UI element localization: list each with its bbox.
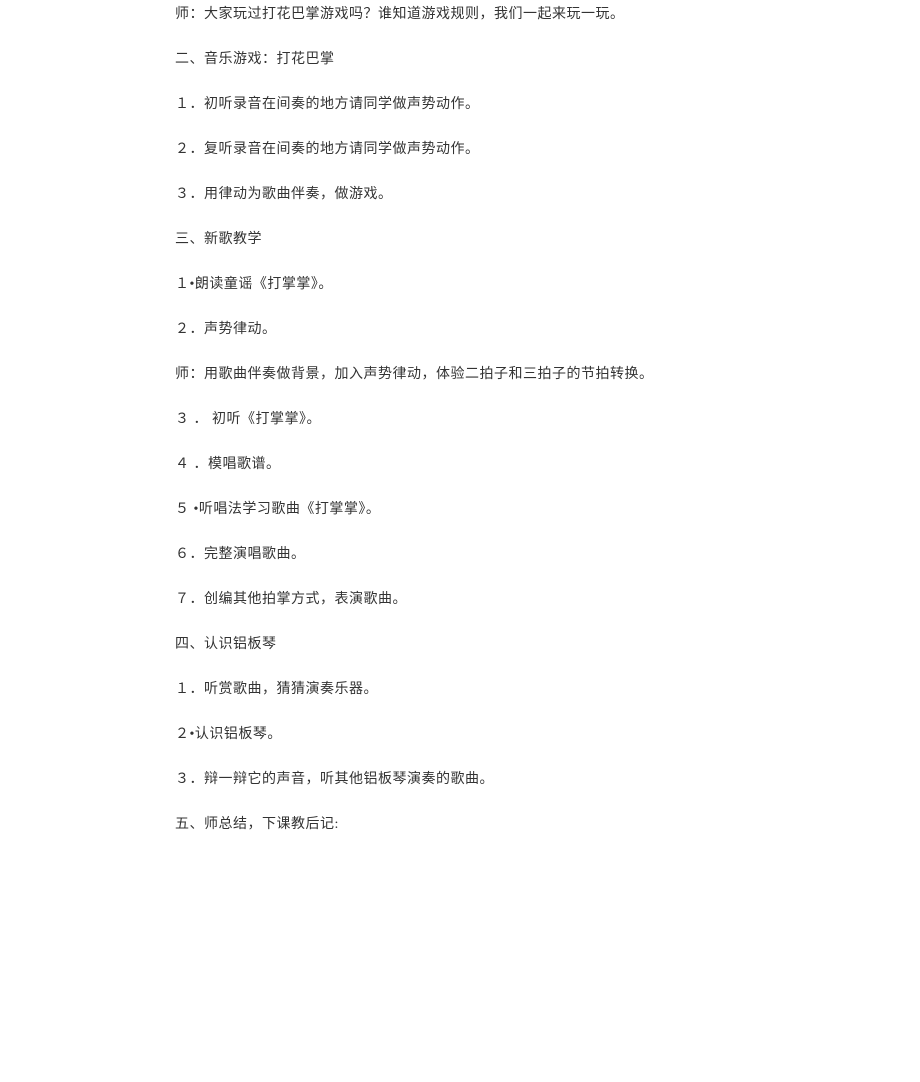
paragraph: 师：大家玩过打花巴掌游戏吗？谁知道游戏规则，我们一起来玩一玩。 <box>175 4 820 25</box>
paragraph: 三、新歌教学 <box>175 229 820 250</box>
paragraph: ３．用律动为歌曲伴奏，做游戏。 <box>175 184 820 205</box>
paragraph: １．初听录音在间奏的地方请同学做声势动作。 <box>175 94 820 115</box>
paragraph: 二、音乐游戏：打花巴掌 <box>175 49 820 70</box>
paragraph: ３．辩一辩它的声音，听其他铝板琴演奏的歌曲。 <box>175 769 820 790</box>
paragraph: ７．创编其他拍掌方式，表演歌曲。 <box>175 589 820 610</box>
paragraph: １．听赏歌曲，猜猜演奏乐器。 <box>175 679 820 700</box>
paragraph: ６．完整演唱歌曲。 <box>175 544 820 565</box>
paragraph: 四、认识铝板琴 <box>175 634 820 655</box>
paragraph: ２•认识铝板琴。 <box>175 724 820 745</box>
paragraph: １•朗读童谣《打掌掌》。 <box>175 274 820 295</box>
paragraph: ４ ．模唱歌谱。 <box>175 454 820 475</box>
paragraph: ２．声势律动。 <box>175 319 820 340</box>
paragraph: ５ •听唱法学习歌曲《打掌掌》。 <box>175 499 820 520</box>
paragraph: 师：用歌曲伴奏做背景，加入声势律动，体验二拍子和三拍子的节拍转换。 <box>175 364 820 385</box>
paragraph: ３ ． 初听《打掌掌》。 <box>175 409 820 430</box>
paragraph: 五、师总结，下课教后记: <box>175 814 820 835</box>
paragraph: ２．复听录音在间奏的地方请同学做声势动作。 <box>175 139 820 160</box>
